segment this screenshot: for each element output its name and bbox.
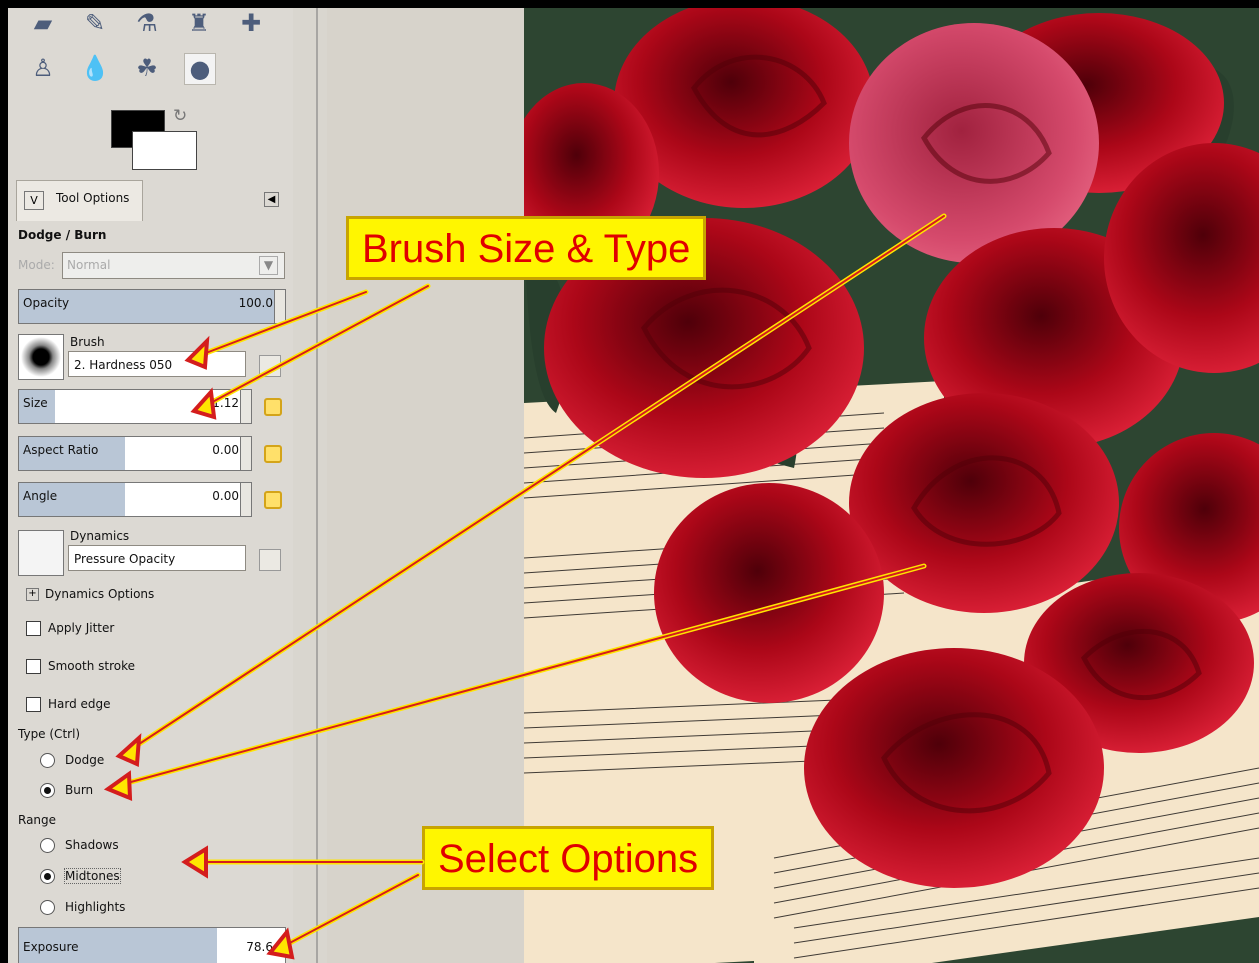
angle-value: 0.00 bbox=[212, 489, 239, 503]
dynamics-label: Dynamics bbox=[70, 529, 130, 543]
ink-tool-icon[interactable]: ⚗ bbox=[132, 8, 162, 38]
panel-menu-icon[interactable]: ◀ bbox=[264, 192, 279, 207]
blur-tool-icon[interactable]: 💧 bbox=[80, 53, 110, 83]
size-spinner[interactable] bbox=[240, 390, 251, 423]
image-canvas[interactable] bbox=[524, 8, 1259, 963]
angle-label: Angle bbox=[23, 489, 58, 503]
dynamics-preview[interactable] bbox=[18, 530, 64, 576]
eraser-tool-icon[interactable]: ▰ bbox=[28, 8, 58, 38]
highlights-radio[interactable] bbox=[40, 900, 55, 915]
tool-options-icon: V bbox=[24, 191, 44, 210]
mode-label: Mode: bbox=[18, 258, 55, 272]
midtones-label: Midtones bbox=[64, 868, 121, 884]
burn-radio[interactable] bbox=[40, 783, 55, 798]
exposure-slider[interactable]: Exposure 78.6 bbox=[18, 927, 286, 963]
tool-options-panel: ▰ ✎ ⚗ ♜ ✚ ♙ 💧 ☘ ● ↻ V Tool Options ◀ Dod… bbox=[8, 8, 294, 963]
burn-label: Burn bbox=[65, 783, 94, 797]
opacity-slider[interactable]: Opacity 100.0 bbox=[18, 289, 286, 324]
dynamics-edit-icon[interactable] bbox=[259, 549, 281, 571]
angle-slider[interactable]: Angle 0.00 bbox=[18, 482, 252, 517]
apply-jitter-checkbox[interactable] bbox=[26, 621, 41, 636]
aspect-ratio-value: 0.00 bbox=[212, 443, 239, 457]
type-label: Type (Ctrl) bbox=[18, 727, 81, 741]
opacity-label: Opacity bbox=[23, 296, 70, 310]
heal-tool-icon[interactable]: ✚ bbox=[236, 8, 266, 38]
hard-edge-label: Hard edge bbox=[48, 697, 111, 711]
angle-link-icon[interactable] bbox=[264, 491, 282, 509]
dynamics-value: Pressure Opacity bbox=[74, 552, 176, 566]
toolbox-bottom-row: ♙ 💧 ☘ ● bbox=[28, 53, 216, 85]
brush-preview[interactable] bbox=[18, 334, 64, 380]
ruler-ticks bbox=[316, 8, 318, 963]
shadows-label: Shadows bbox=[65, 838, 119, 852]
brush-label: Brush bbox=[70, 335, 105, 349]
opacity-spinner[interactable] bbox=[274, 290, 285, 323]
aspect-ratio-slider[interactable]: Aspect Ratio 0.00 bbox=[18, 436, 252, 471]
hard-edge-checkbox[interactable] bbox=[26, 697, 41, 712]
smooth-stroke-label: Smooth stroke bbox=[48, 659, 135, 673]
size-label: Size bbox=[23, 396, 48, 410]
size-link-icon[interactable] bbox=[264, 398, 282, 416]
toolbox-top-row: ▰ ✎ ⚗ ♜ ✚ bbox=[28, 8, 266, 38]
highlights-label: Highlights bbox=[65, 900, 126, 914]
screenshot-stage: ▰ ✎ ⚗ ♜ ✚ ♙ 💧 ☘ ● ↻ V Tool Options ◀ Dod… bbox=[0, 0, 1259, 963]
clone-tool-icon[interactable]: ♜ bbox=[184, 8, 214, 38]
vertical-ruler bbox=[293, 8, 328, 963]
mode-value: Normal bbox=[67, 258, 111, 272]
canvas-padding bbox=[327, 8, 526, 963]
tool-options-title: Tool Options bbox=[56, 191, 130, 205]
shadows-radio[interactable] bbox=[40, 838, 55, 853]
smooth-stroke-checkbox[interactable] bbox=[26, 659, 41, 674]
dodge-burn-tool-icon[interactable]: ● bbox=[184, 53, 216, 85]
range-label: Range bbox=[18, 813, 57, 827]
size-slider[interactable]: Size 11.12 bbox=[18, 389, 252, 424]
perspective-clone-icon[interactable]: ♙ bbox=[28, 53, 58, 83]
aspect-ratio-link-icon[interactable] bbox=[264, 445, 282, 463]
mode-dropdown-chevron-icon[interactable]: ▼ bbox=[259, 256, 278, 275]
brush-size-type-callout: Brush Size & Type bbox=[346, 216, 707, 280]
exposure-label: Exposure bbox=[23, 940, 79, 954]
midtones-radio[interactable] bbox=[40, 869, 55, 884]
rose-blooms bbox=[524, 8, 1259, 888]
swap-colors-icon[interactable]: ↻ bbox=[173, 106, 187, 126]
airbrush-tool-icon[interactable]: ✎ bbox=[80, 8, 110, 38]
roses-illustration bbox=[524, 8, 1259, 959]
aspect-ratio-spinner[interactable] bbox=[240, 437, 251, 470]
brush-value: 2. Hardness 050 bbox=[74, 358, 173, 372]
select-options-callout: Select Options bbox=[422, 826, 715, 890]
tool-name: Dodge / Burn bbox=[18, 228, 107, 242]
smudge-tool-icon[interactable]: ☘ bbox=[132, 53, 162, 83]
opacity-value: 100.0 bbox=[238, 296, 273, 310]
angle-spinner[interactable] bbox=[240, 483, 251, 516]
background-color-swatch[interactable] bbox=[132, 131, 197, 170]
brush-edit-icon[interactable] bbox=[259, 355, 281, 377]
dodge-label: Dodge bbox=[65, 753, 105, 767]
exposure-value: 78.6 bbox=[246, 940, 273, 954]
dodge-radio[interactable] bbox=[40, 753, 55, 768]
size-value: 11.12 bbox=[204, 396, 239, 410]
dynamics-options-expander-icon[interactable]: + bbox=[26, 588, 39, 601]
dynamics-options-label: Dynamics Options bbox=[45, 587, 155, 601]
aspect-ratio-label: Aspect Ratio bbox=[23, 443, 99, 457]
apply-jitter-label: Apply Jitter bbox=[48, 621, 115, 635]
